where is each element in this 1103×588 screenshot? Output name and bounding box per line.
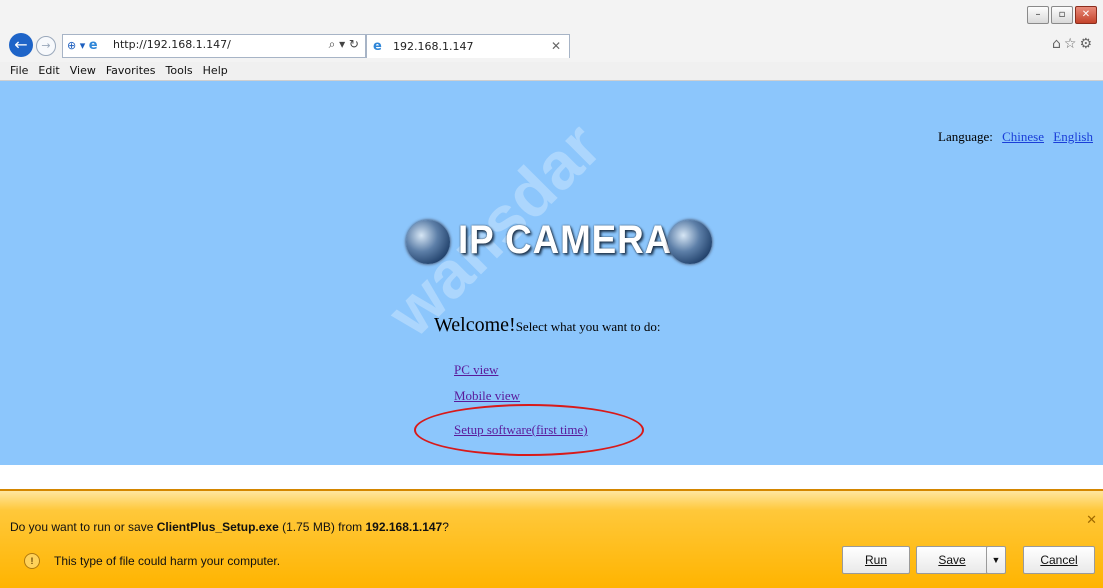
question-suffix: ? [442,520,449,534]
back-arrow-icon[interactable]: ← [9,33,33,57]
gear-icon[interactable]: ⚙ [1079,36,1095,52]
tab-close-icon[interactable]: ✕ [551,39,561,53]
download-close-icon[interactable]: ✕ [1086,513,1097,528]
search-refresh-icon[interactable]: ⌕ ▾ ↻ [329,37,359,52]
shield-icon: ! [24,553,40,569]
address-bar[interactable]: ⊕ ▾ e http://192.168.1.147/ ⌕ ▾ ↻ [62,34,366,58]
save-dropdown-icon[interactable]: ▼ [986,546,1006,574]
home-icon[interactable]: ⌂ [1052,36,1064,52]
menu-tools[interactable]: Tools [166,62,193,80]
question-prefix: Do you want to run or save [10,520,157,534]
save-button[interactable]: Save [916,546,988,574]
menu-favorites[interactable]: Favorites [106,62,156,80]
page-content: wansdar Language: Chinese English IP CAM… [0,81,1103,465]
globe-icon [406,220,450,264]
file-size: (1.75 MB) from [278,520,366,534]
close-icon[interactable]: ✕ [1075,6,1097,24]
toolbar-icons: ⌂☆⚙ [1052,36,1095,52]
language-chinese-link[interactable]: Chinese [1002,129,1044,144]
welcome-heading: Welcome! [434,314,516,336]
download-question: Do you want to run or save ClientPlus_Se… [10,520,449,534]
language-english-link[interactable]: English [1053,129,1093,144]
highlight-oval [414,404,644,456]
welcome-subtext: Select what you want to do: [515,319,661,334]
menu-bar: File Edit View Favorites Tools Help [0,62,1103,81]
star-icon[interactable]: ☆ [1064,36,1080,52]
tab-title: 192.168.1.147 [393,40,474,53]
download-source: 192.168.1.147 [365,520,443,534]
cancel-button[interactable]: Cancel [1023,546,1095,574]
ie-icon: e [88,38,98,53]
globe-icon [668,220,712,264]
language-selector: Language: Chinese English [938,129,1093,145]
logo-text: IP CAMERA [458,218,673,262]
download-bar: Do you want to run or save ClientPlus_Se… [0,489,1103,588]
ie-tab-icon: e [373,39,382,54]
run-button[interactable]: Run [842,546,910,574]
forward-arrow-icon[interactable]: → [36,36,56,56]
file-name: ClientPlus_Setup.exe [156,520,279,534]
url-text[interactable]: http://192.168.1.147/ [113,38,231,51]
maximize-icon[interactable]: ▫ [1051,6,1073,24]
browser-chrome: – ▫ ✕ ← → ⊕ ▾ e http://192.168.1.147/ ⌕ … [0,0,1103,63]
cancel-label: Cancel [1040,553,1078,567]
window-controls: – ▫ ✕ [1025,6,1097,24]
save-label: Save [938,553,966,567]
download-warning: ! This type of file could harm your comp… [10,553,280,569]
security-icon: ⊕ ▾ e [67,38,98,53]
mobile-view-link[interactable]: Mobile view [454,388,520,404]
language-label: Language: [938,129,993,144]
minimize-icon[interactable]: – [1027,6,1049,24]
menu-edit[interactable]: Edit [38,62,59,80]
menu-help[interactable]: Help [203,62,228,80]
warning-text: This type of file could harm your comput… [54,554,281,568]
browser-tab[interactable]: e 192.168.1.147 ✕ [366,34,570,58]
menu-view[interactable]: View [70,62,96,80]
menu-file[interactable]: File [10,62,28,80]
ip-camera-logo: IP CAMERA [406,214,726,270]
run-label: Run [864,553,887,567]
pc-view-link[interactable]: PC view [454,362,498,378]
welcome-message: Welcome!Select what you want to do: [434,314,660,337]
